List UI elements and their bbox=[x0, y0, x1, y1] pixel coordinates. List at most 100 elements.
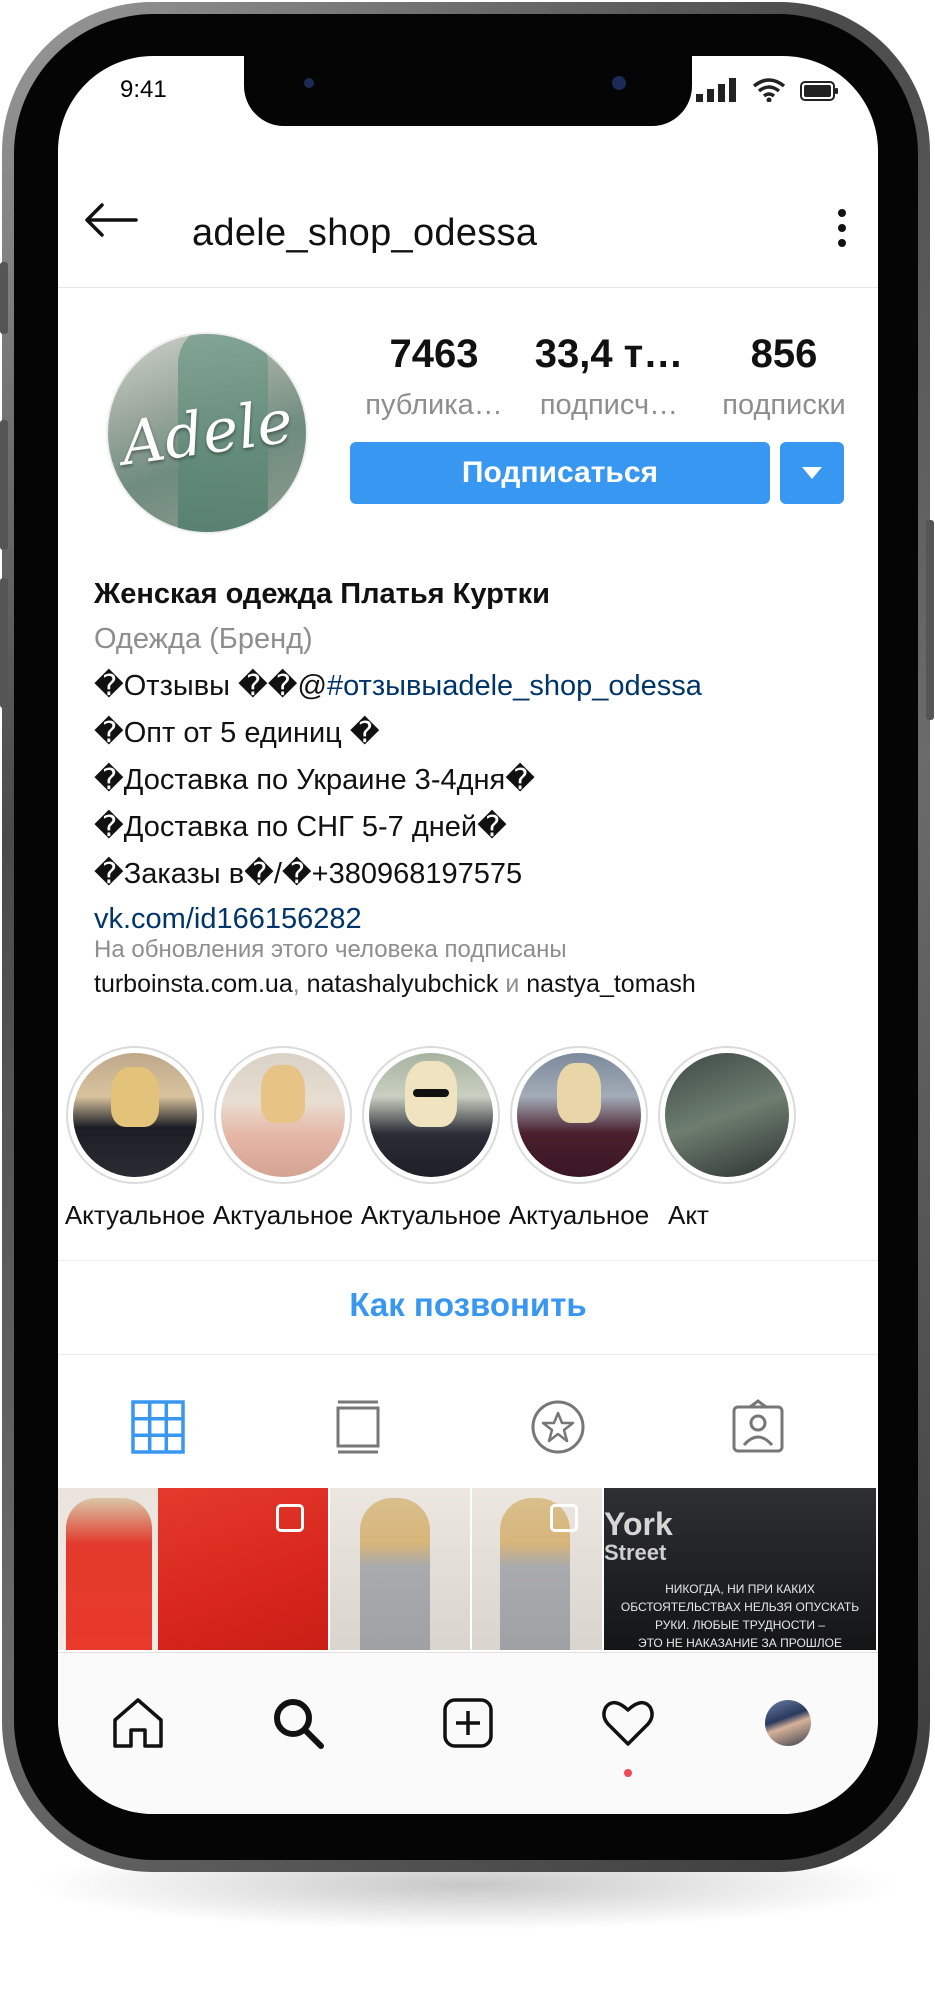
post-thumbnail[interactable]: York Street НИКОГДА, НИ ПРИ КАКИХ ОБСТОЯ… bbox=[604, 1488, 876, 1650]
side-button-right bbox=[926, 520, 934, 720]
nav-search[interactable] bbox=[268, 1693, 328, 1753]
nav-profile[interactable] bbox=[758, 1693, 818, 1753]
highlight-item[interactable]: Актуальное bbox=[504, 1046, 654, 1231]
follower-separator-1: , bbox=[292, 970, 307, 998]
profile-stats: 7463 публика… 33,4 т… подписч… 856 подпи… bbox=[354, 332, 864, 422]
followed-by-caption: На обновления этого человека подписаны bbox=[94, 936, 567, 963]
follower-name-1: turboinsta.com.ua bbox=[94, 970, 293, 998]
stat-following-label: подписки bbox=[722, 389, 846, 421]
highlight-label: Актуальное bbox=[64, 1200, 206, 1230]
add-icon bbox=[443, 1698, 493, 1748]
follower-name-2: natashalyubchick bbox=[306, 970, 499, 998]
feed-icon[interactable] bbox=[330, 1399, 386, 1455]
post-thumbnail[interactable] bbox=[330, 1488, 602, 1650]
followed-by-names: turboinsta.com.ua, natashalyubchick и na… bbox=[94, 970, 864, 999]
status-icons bbox=[696, 78, 840, 102]
highlight-photo bbox=[73, 1053, 197, 1177]
multi-photo-icon bbox=[550, 1504, 578, 1532]
wifi-icon bbox=[752, 78, 786, 102]
stat-followers[interactable]: 33,4 т… подписч… bbox=[529, 332, 689, 422]
bio-name: Женская одежда Платья Куртки bbox=[94, 578, 550, 610]
nav-activity[interactable] bbox=[598, 1693, 658, 1753]
stat-posts-value: 7463 bbox=[389, 332, 479, 376]
followed-by[interactable]: На обновления этого человека подписаны t… bbox=[94, 936, 864, 999]
stat-followers-label: подписч… bbox=[539, 389, 679, 421]
bio-website-link[interactable]: vk.com/id166156282 bbox=[94, 903, 864, 936]
divider-middle bbox=[58, 1354, 878, 1355]
front-camera bbox=[612, 76, 626, 90]
signal-icon bbox=[696, 78, 736, 102]
highlight-ring bbox=[510, 1046, 648, 1184]
post-quote-line-4: ЭТО НЕ НАКАЗАНИЕ ЗА ПРОШЛОЕ bbox=[638, 1636, 842, 1650]
highlight-photo bbox=[517, 1053, 641, 1177]
profile-avatar-icon bbox=[765, 1700, 811, 1746]
stat-followers-value: 33,4 т… bbox=[534, 332, 684, 376]
avatar-logo: Adele bbox=[116, 386, 298, 480]
post-quote-line-1: НИКОГДА, НИ ПРИ КАКИХ bbox=[665, 1582, 815, 1596]
bio-line-orders: �Заказы в�/�+380968197575 bbox=[94, 858, 523, 890]
profile-bio: Женская одежда Платья Куртки Одежда (Бре… bbox=[94, 578, 864, 936]
search-icon bbox=[274, 1699, 324, 1749]
back-arrow-icon[interactable] bbox=[84, 202, 138, 238]
highlight-item[interactable]: Актуальное bbox=[208, 1046, 358, 1231]
phone-screen: 9:41 adele_shop_odessa Adele 7463 публик… bbox=[58, 56, 878, 1814]
nav-add[interactable] bbox=[438, 1693, 498, 1753]
more-vertical-icon[interactable] bbox=[836, 208, 848, 248]
highlight-photo bbox=[221, 1053, 345, 1177]
profile-avatar[interactable]: Adele bbox=[106, 332, 308, 534]
highlight-ring bbox=[362, 1046, 500, 1184]
stat-posts-label: публика… bbox=[365, 389, 503, 421]
highlight-ring bbox=[214, 1046, 352, 1184]
bio-hashtag-link[interactable]: #отзывыadele_shop_odessa bbox=[327, 670, 702, 702]
side-button-left-1 bbox=[0, 262, 8, 334]
post-thumbnail[interactable] bbox=[58, 1488, 328, 1650]
tagged-icon[interactable] bbox=[730, 1399, 786, 1455]
stat-following[interactable]: 856 подписки bbox=[704, 332, 864, 422]
highlight-label: Актуальное bbox=[360, 1200, 502, 1230]
bio-line-delivery-cis: �Доставка по СНГ 5-7 дней� bbox=[94, 811, 507, 843]
home-icon bbox=[113, 1698, 163, 1748]
post-sign-text-2: Street bbox=[604, 1540, 667, 1565]
post-quote: НИКОГДА, НИ ПРИ КАКИХ ОБСТОЯТЕЛЬСТВАХ НЕ… bbox=[604, 1580, 876, 1650]
follower-name-3: nastya_tomash bbox=[526, 970, 696, 998]
highlight-ring bbox=[66, 1046, 204, 1184]
bio-line-wholesale: �Опт от 5 единиц � bbox=[94, 717, 380, 749]
follow-button[interactable]: Подписаться bbox=[350, 442, 770, 504]
highlight-item[interactable]: Актуальное bbox=[356, 1046, 506, 1231]
call-button[interactable]: Как позвонить bbox=[58, 1286, 878, 1324]
stat-posts[interactable]: 7463 публика… bbox=[354, 332, 514, 422]
notch bbox=[244, 56, 692, 126]
star-icon[interactable] bbox=[530, 1399, 586, 1455]
highlight-photo bbox=[665, 1053, 789, 1177]
posts-grid: York Street НИКОГДА, НИ ПРИ КАКИХ ОБСТОЯ… bbox=[58, 1488, 878, 1650]
bio-category: Одежда (Бренд) bbox=[94, 623, 313, 655]
bio-line-reviews: �Отзывы ��@#отзывыadele_shop_odessa bbox=[94, 668, 864, 703]
story-highlights: Актуальное Актуальное Актуальное Актуаль… bbox=[58, 1046, 878, 1246]
front-sensor bbox=[304, 78, 314, 88]
notification-dot bbox=[624, 1769, 632, 1777]
highlight-label: Актуальное bbox=[212, 1200, 354, 1230]
status-time: 9:41 bbox=[120, 76, 167, 103]
bio-line-reviews-prefix: �Отзывы ��@ bbox=[94, 670, 327, 702]
divider-top bbox=[58, 1260, 878, 1261]
multi-photo-icon bbox=[276, 1504, 304, 1532]
highlight-photo bbox=[369, 1053, 493, 1177]
side-button-left-3 bbox=[0, 578, 8, 708]
header-username: adele_shop_odessa bbox=[192, 212, 538, 254]
highlight-item[interactable]: Актуальное bbox=[60, 1046, 210, 1231]
highlight-ring bbox=[658, 1046, 796, 1184]
stat-following-value: 856 bbox=[750, 332, 818, 376]
highlight-label: Актуальное bbox=[508, 1200, 650, 1230]
highlight-label: Акт bbox=[668, 1200, 709, 1230]
highlight-item[interactable]: Акт bbox=[652, 1046, 802, 1231]
nav-home[interactable] bbox=[108, 1693, 168, 1753]
follower-separator-2: и bbox=[498, 970, 527, 998]
profile-header: adele_shop_odessa bbox=[58, 156, 878, 288]
bio-line-delivery-ukraine: �Доставка по Украине 3-4дня� bbox=[94, 764, 535, 796]
triangle-down-icon bbox=[802, 467, 822, 479]
side-button-left-2 bbox=[0, 420, 8, 550]
grid-icon[interactable] bbox=[130, 1399, 186, 1455]
post-quote-line-2: ОБСТОЯТЕЛЬСТВАХ НЕЛЬЗЯ ОПУСКАТЬ bbox=[620, 1600, 860, 1614]
profile-tabs bbox=[58, 1371, 878, 1481]
suggestions-dropdown-button[interactable] bbox=[780, 442, 844, 504]
